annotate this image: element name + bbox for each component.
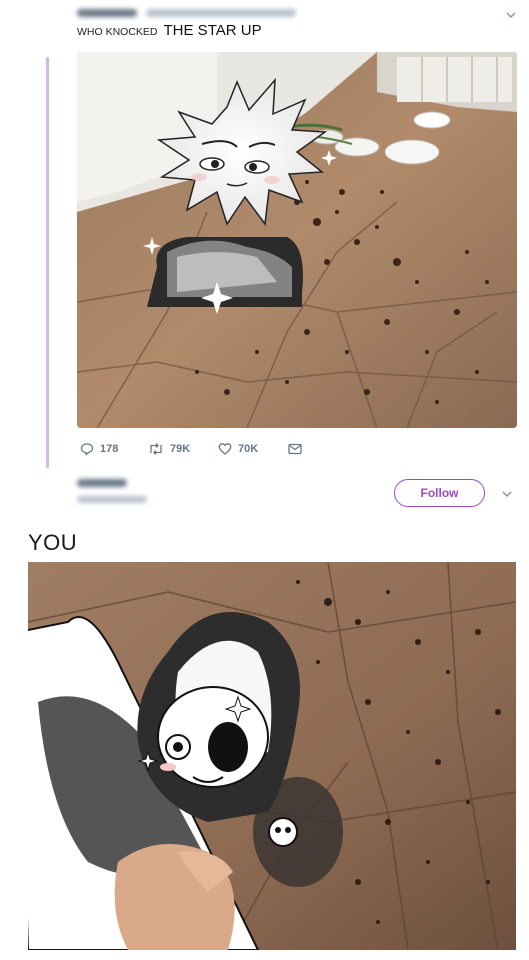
reply-count: 178 (100, 443, 119, 455)
mail-icon (288, 443, 302, 455)
follow-button-label: Follow (420, 486, 459, 500)
retweet-icon (148, 442, 164, 456)
thread-line (46, 57, 49, 468)
tweet-text-large: THE STAR UP (163, 22, 262, 39)
retweet-count: 79K (170, 443, 191, 455)
reply-icon (80, 442, 94, 456)
author-name-blurred[interactable] (77, 9, 137, 17)
tweet-photo[interactable] (77, 52, 517, 428)
message-action[interactable] (288, 440, 302, 458)
reply-action[interactable]: 178 (80, 440, 118, 458)
like-count: 70K (238, 443, 259, 455)
follow-button[interactable]: Follow (394, 479, 485, 507)
author-handle-blurred[interactable] (146, 9, 296, 17)
chevron-down-icon[interactable] (504, 8, 518, 22)
tweet-text: WHO KNOCKED THE STAR UP (77, 22, 262, 39)
chevron-down-icon[interactable] (500, 487, 514, 501)
heart-icon (218, 442, 232, 456)
profile-handle-blurred[interactable] (77, 496, 147, 503)
like-action[interactable]: 70K (218, 440, 258, 458)
profile-name-blurred[interactable] (77, 479, 127, 487)
retweet-action[interactable]: 79K (148, 440, 190, 458)
meme-photo (28, 562, 516, 950)
meme-caption: YOU (28, 530, 78, 555)
tweet-text-small: WHO KNOCKED (77, 26, 158, 38)
